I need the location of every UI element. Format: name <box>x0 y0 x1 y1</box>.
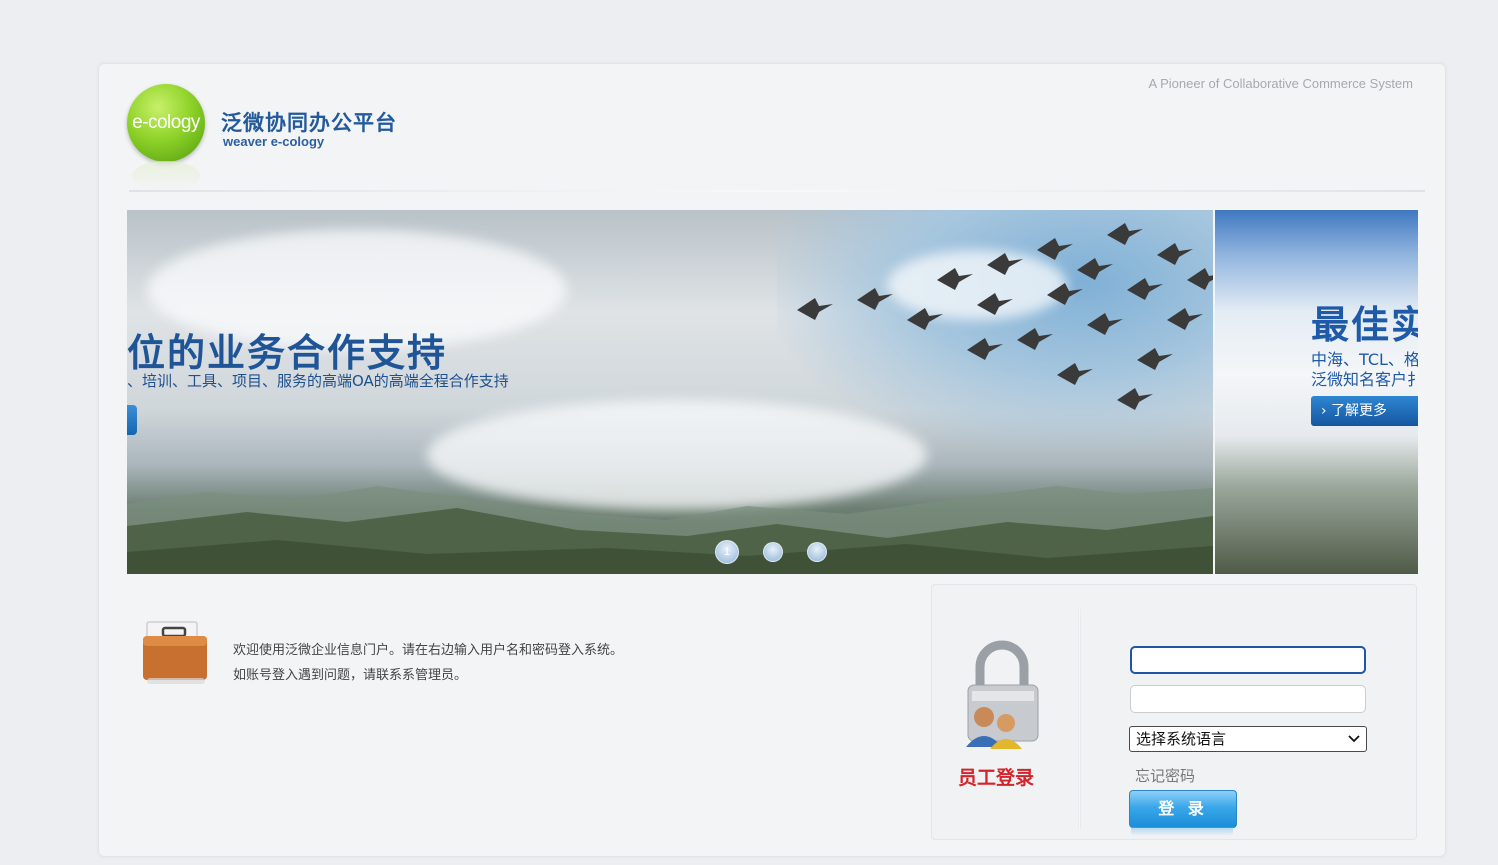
login-page-frame: A Pioneer of Collaborative Commerce Syst… <box>98 63 1446 857</box>
brand-name-cn: 泛微协同办公平台 <box>221 111 397 135</box>
banner-more-button[interactable] <box>127 405 137 435</box>
banner-slide-next[interactable]: 最佳实 中海、TCL、格 泛微知名客户扌 › 了解更多 <box>1215 210 1418 574</box>
brand-name-en: weaver e-cology <box>223 134 325 149</box>
username-input[interactable] <box>1130 646 1366 674</box>
login-panel: 员工登录 选择系统语言 忘记密码 登 录 <box>931 584 1417 840</box>
chevron-right-icon: › <box>1321 403 1327 419</box>
next-slide-line2: 泛微知名客户扌 <box>1311 370 1418 389</box>
banner-carousel[interactable]: 位的业务合作支持 、培训、工具、项目、服务的高端OA的高端全程合作支持 1 最佳… <box>127 210 1418 574</box>
password-input[interactable] <box>1130 685 1366 713</box>
carousel-dot-1[interactable]: 1 <box>715 540 739 564</box>
logo-text: e-cology <box>132 112 200 133</box>
banner-subtitle: 、培训、工具、项目、服务的高端OA的高端全程合作支持 <box>127 372 509 390</box>
briefcase-icon <box>143 621 207 684</box>
mountain-hills <box>127 486 1213 574</box>
banner-slide-main[interactable]: 位的业务合作支持 、培训、工具、项目、服务的高端OA的高端全程合作支持 1 <box>127 210 1213 574</box>
tagline: A Pioneer of Collaborative Commerce Syst… <box>1148 76 1413 91</box>
employee-login-label: 员工登录 <box>958 767 1035 789</box>
geese-flock <box>797 223 1213 410</box>
header-divider <box>129 190 1425 192</box>
carousel-dot-3[interactable] <box>807 542 827 562</box>
welcome-line-1: 欢迎使用泛微企业信息门户。请在右边输入用户名和密码登入系统。 <box>233 643 624 658</box>
forgot-password-link[interactable]: 忘记密码 <box>1135 765 1195 786</box>
panel-divider <box>1078 609 1081 829</box>
language-select[interactable]: 选择系统语言 <box>1129 726 1367 752</box>
login-button[interactable]: 登 录 <box>1129 790 1237 828</box>
carousel-dot-2[interactable] <box>763 542 783 562</box>
welcome-line-2: 如账号登入遇到问题，请联系系管理员。 <box>233 668 468 683</box>
learn-more-label: 了解更多 <box>1331 403 1388 419</box>
chevron-down-icon <box>1348 727 1360 759</box>
learn-more-button[interactable]: › 了解更多 <box>1311 396 1418 426</box>
lock-users-icon <box>966 640 1039 749</box>
login-button-reflection <box>1131 827 1233 836</box>
banner-title: 位的业务合作支持 <box>127 331 448 375</box>
ecology-logo: e-cology <box>127 84 205 162</box>
next-slide-title: 最佳实 <box>1311 303 1418 347</box>
welcome-message: 欢迎使用泛微企业信息门户。请在右边输入用户名和密码登入系统。 如账号登入遇到问题… <box>233 638 623 688</box>
logo-reflection <box>132 161 200 191</box>
language-select-value: 选择系统语言 <box>1136 730 1227 748</box>
